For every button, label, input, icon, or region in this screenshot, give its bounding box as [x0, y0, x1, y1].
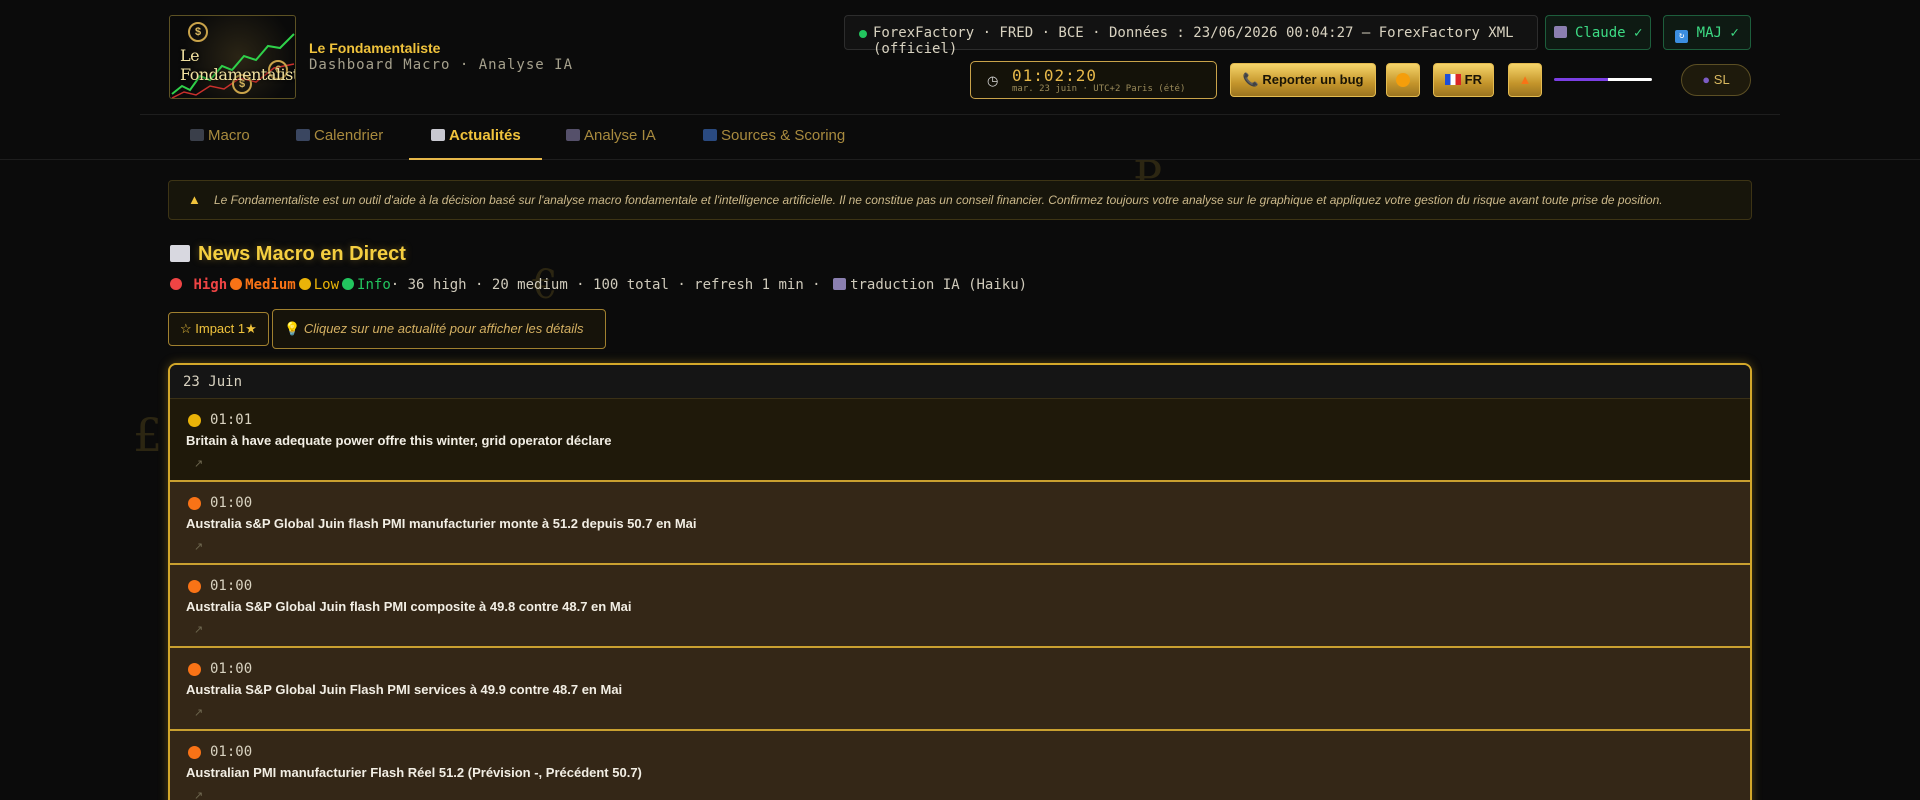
- external-link-icon[interactable]: ↗: [194, 789, 203, 800]
- robot-icon: [566, 129, 580, 141]
- news-time: 01:01: [210, 412, 253, 428]
- news-item[interactable]: 01:01 Britain à have adequate power offr…: [170, 399, 1750, 482]
- disclaimer-text: Le Fondamentaliste est un outil d'aide à…: [214, 193, 1663, 207]
- clock-time: 01:02:20: [1012, 66, 1098, 85]
- robot-icon: [833, 278, 847, 290]
- news-title: Australia S&P Global Juin flash PMI comp…: [186, 599, 632, 614]
- legend-medium: Medium: [245, 277, 296, 293]
- language-button[interactable]: FR: [1433, 63, 1494, 97]
- clock-date: mar. 23 juin · UTC+2 Paris (été): [1012, 84, 1186, 94]
- tab-label: Macro: [208, 127, 250, 144]
- app-logo: $ € $ Le Fondamentaliste: [169, 15, 296, 99]
- external-link-icon[interactable]: ↗: [194, 623, 203, 636]
- tab-label: Actualités: [449, 127, 521, 144]
- coin-icon: $: [188, 22, 208, 42]
- status-dot-icon: [859, 30, 867, 38]
- sources-status-bar: ForexFactory · FRED · BCE · Données : 23…: [844, 15, 1538, 57]
- legend-high: High: [193, 277, 228, 293]
- tab-analyse-ia[interactable]: Analyse IA: [566, 115, 656, 160]
- legend-stats: · 36 high · 20 medium · 100 total · refr…: [390, 277, 821, 293]
- update-status-pill[interactable]: ↻ MAJ ✓: [1663, 15, 1751, 50]
- volume-slider[interactable]: [1554, 78, 1652, 81]
- sun-icon: [1396, 73, 1410, 87]
- medium-impact-dot-icon: [230, 278, 243, 290]
- report-bug-button[interactable]: 📞 Reporter un bug: [1230, 63, 1376, 97]
- tab-sources-scoring[interactable]: Sources & Scoring: [703, 115, 845, 160]
- user-menu-button[interactable]: ● SL: [1681, 64, 1751, 96]
- update-status-label: MAJ ✓: [1696, 25, 1739, 41]
- tab-calendrier[interactable]: Calendrier: [296, 115, 383, 160]
- external-link-icon[interactable]: ↗: [194, 540, 203, 553]
- clock-icon: ◷: [987, 73, 999, 88]
- medium-impact-dot-icon: [188, 663, 201, 676]
- news-title: Britain à have adequate power offre this…: [186, 433, 612, 448]
- external-link-icon[interactable]: ↗: [194, 457, 203, 470]
- tab-actualites[interactable]: Actualités: [409, 115, 542, 160]
- news-title: Australia s&P Global Juin flash PMI manu…: [186, 516, 697, 531]
- impact-filter-button[interactable]: ☆ Impact 1★: [168, 312, 269, 346]
- ai-status-pill[interactable]: Claude ✓: [1545, 15, 1651, 50]
- pound-symbol-watermark: £: [133, 408, 163, 462]
- external-link-icon[interactable]: ↗: [194, 706, 203, 719]
- lightbulb-icon: 💡: [284, 321, 301, 336]
- legend-low: Low: [313, 277, 340, 293]
- tab-macro[interactable]: Macro: [190, 115, 250, 160]
- brand-subtitle: Dashboard Macro · Analyse IA: [309, 57, 574, 73]
- warning-alert-button[interactable]: ▲: [1508, 63, 1542, 97]
- news-item[interactable]: 01:00 Australia s&P Global Juin flash PM…: [170, 482, 1750, 565]
- calendar-icon: [296, 129, 310, 141]
- news-item[interactable]: 01:00 Australia S&P Global Juin flash PM…: [170, 565, 1750, 648]
- tab-label: Calendrier: [314, 127, 384, 144]
- chart-icon: [190, 129, 204, 141]
- low-impact-dot-icon: [298, 278, 311, 290]
- news-feed: 23 Juin 01:01 Britain à have adequate po…: [168, 363, 1752, 800]
- news-time: 01:00: [210, 578, 253, 594]
- high-impact-dot-icon: [170, 278, 182, 290]
- news-hint-text: Cliquez sur une actualité pour afficher …: [303, 321, 584, 336]
- user-initials: SL: [1713, 72, 1730, 87]
- news-heading: News Macro en Direct: [170, 243, 406, 266]
- language-label: FR: [1464, 72, 1482, 87]
- theme-toggle-button[interactable]: [1386, 63, 1420, 97]
- phone-icon: 📞: [1242, 72, 1259, 87]
- info-dot-icon: [342, 278, 355, 290]
- medium-impact-dot-icon: [188, 497, 201, 510]
- warning-icon: ▲: [1518, 72, 1532, 87]
- france-flag-icon: [1445, 74, 1462, 85]
- app-header: $ € $ Le Fondamentaliste Le Fondamentali…: [140, 0, 1780, 115]
- brand-title: Le Fondamentaliste: [309, 40, 441, 56]
- news-heading-text: News Macro en Direct: [198, 243, 406, 265]
- user-icon: ●: [1702, 72, 1711, 87]
- logo-text: Le Fondamentaliste: [180, 46, 296, 84]
- medium-impact-dot-icon: [188, 580, 201, 593]
- news-time: 01:00: [210, 744, 253, 760]
- info-icon: [703, 129, 717, 141]
- warning-icon: ▲: [188, 192, 201, 207]
- news-item[interactable]: 01:00 Australian PMI manufacturier Flash…: [170, 731, 1750, 800]
- sources-status-text: ForexFactory · FRED · BCE · Données : 23…: [873, 25, 1514, 57]
- low-impact-dot-icon: [188, 414, 201, 427]
- day-header: 23 Juin: [170, 365, 1750, 399]
- ai-status-label: Claude ✓: [1575, 25, 1643, 41]
- news-title: Australian PMI manufacturier Flash Réel …: [186, 765, 642, 780]
- news-hint-box: 💡 Cliquez sur une actualité pour affiche…: [272, 309, 606, 349]
- disclaimer-banner: ▲ Le Fondamentaliste est un outil d'aide…: [168, 180, 1752, 220]
- report-bug-label: Reporter un bug: [1262, 72, 1364, 87]
- news-time: 01:00: [210, 495, 253, 511]
- newspaper-icon: [170, 245, 190, 262]
- main-tabs: Macro Calendrier Actualités Analyse IA S…: [0, 115, 1920, 160]
- news-title: Australia S&P Global Juin Flash PMI serv…: [186, 682, 623, 697]
- refresh-icon: ↻: [1675, 30, 1689, 43]
- news-time: 01:00: [210, 661, 253, 677]
- robot-icon: [1553, 26, 1567, 38]
- news-item[interactable]: 01:00 Australia S&P Global Juin Flash PM…: [170, 648, 1750, 731]
- live-clock: ◷ 01:02:20 mar. 23 juin · UTC+2 Paris (é…: [970, 61, 1217, 99]
- tab-label: Sources & Scoring: [721, 127, 846, 144]
- tab-label: Analyse IA: [584, 127, 656, 144]
- impact-legend: High Medium Low Info· 36 high · 20 medium ·…: [170, 277, 1027, 293]
- legend-info: Info: [357, 277, 391, 293]
- newspaper-icon: [431, 129, 445, 141]
- medium-impact-dot-icon: [188, 746, 201, 759]
- translation-label: traduction IA (Haiku): [850, 277, 1028, 293]
